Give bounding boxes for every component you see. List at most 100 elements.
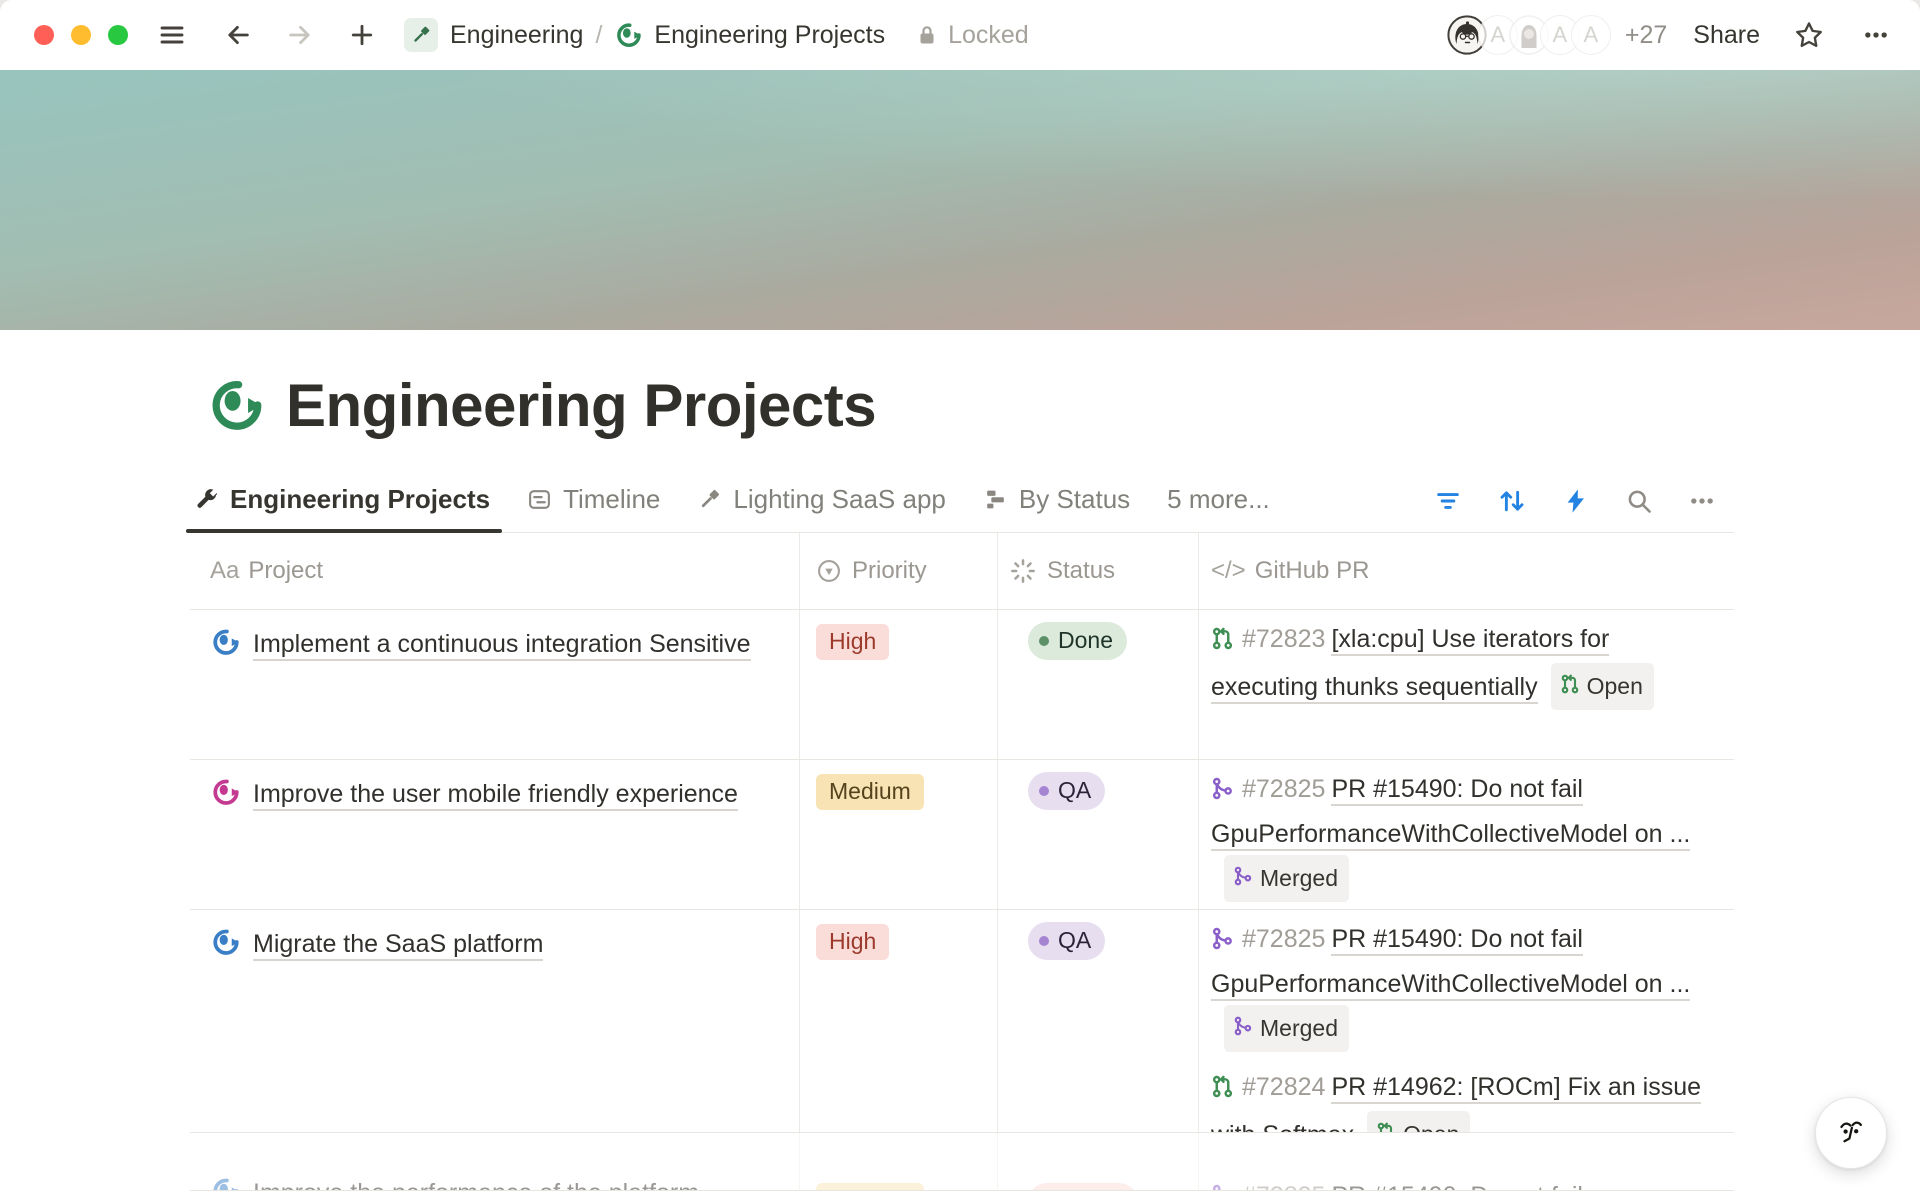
- search-button[interactable]: [1623, 485, 1655, 517]
- code-type-icon: </>: [1211, 557, 1246, 585]
- window-topbar: Engineering / Engineering Projects Locke…: [0, 0, 1920, 70]
- status-dot: [1039, 936, 1049, 946]
- avatar-initial[interactable]: A: [1571, 15, 1611, 55]
- status-dot: [1039, 636, 1049, 646]
- tab-lighting-saas-app[interactable]: Lighting SaaS app: [697, 464, 946, 532]
- github-pr-link[interactable]: #72824PR #14962: [ROCm] Fix an issue wit…: [1211, 1066, 1716, 1132]
- hammer-icon: [697, 487, 722, 512]
- pr-merged-icon: [1211, 921, 1234, 963]
- zoom-window-button[interactable]: [108, 25, 128, 45]
- table-row: Implement a continuous integration Sensi…: [190, 610, 1734, 760]
- page-title[interactable]: Engineering Projects: [286, 371, 876, 440]
- page-title-row: Engineering Projects: [190, 374, 1734, 436]
- github-pr-cell[interactable]: #72825PR #15490: Do not fail GpuPerforma…: [1199, 760, 1734, 909]
- presence-overflow-count[interactable]: +27: [1625, 21, 1667, 50]
- pr-merged-icon: [1211, 771, 1234, 813]
- pr-open-icon: [1211, 1069, 1234, 1111]
- sort-button[interactable]: [1495, 484, 1529, 518]
- text-type-icon: Aa: [210, 557, 239, 585]
- status-cell[interactable]: QA: [998, 760, 1199, 909]
- automation-bolt-button[interactable]: [1560, 485, 1592, 517]
- github-pr-link[interactable]: #72825PR #15490: Do not fail GpuPerforma…: [1211, 1175, 1716, 1190]
- column-header-github-pr[interactable]: </> GitHub PR: [1199, 533, 1734, 609]
- loop-page-icon: [614, 21, 642, 49]
- priority-cell[interactable]: Medium: [800, 760, 998, 909]
- sidebar-toggle-button[interactable]: [154, 17, 190, 53]
- priority-cell[interactable]: Medium: [800, 1133, 998, 1190]
- breadcrumb-parent[interactable]: Engineering: [450, 21, 583, 50]
- spinner-icon: [1008, 556, 1038, 586]
- pr-state-badge: Merged: [1224, 1005, 1349, 1052]
- tab-label: Lighting SaaS app: [733, 484, 946, 515]
- pr-number: #72823: [1242, 625, 1325, 653]
- project-title-link[interactable]: Implement a continuous integration Sensi…: [253, 630, 751, 661]
- pr-open-icon: [1376, 1113, 1396, 1132]
- filter-button[interactable]: [1432, 485, 1464, 517]
- lock-icon: [915, 23, 939, 47]
- view-controls: [1432, 484, 1734, 532]
- github-pr-cell[interactable]: #72825PR #15490: Do not fail GpuPerforma…: [1199, 1133, 1734, 1190]
- project-cell[interactable]: Implement a continuous integration Sensi…: [190, 610, 800, 759]
- project-title-link[interactable]: Improve the user mobile friendly experie…: [253, 780, 738, 811]
- github-pr-link[interactable]: #72823[xla:cpu] Use iterators for execut…: [1211, 618, 1716, 710]
- priority-cell[interactable]: High: [800, 910, 998, 1132]
- board-icon: [983, 487, 1008, 512]
- locked-indicator[interactable]: Locked: [915, 21, 1029, 50]
- breadcrumb: Engineering / Engineering Projects: [404, 18, 885, 52]
- close-window-button[interactable]: [34, 25, 54, 45]
- table-row: Improve the user mobile friendly experie…: [190, 760, 1734, 910]
- back-button[interactable]: [220, 17, 256, 53]
- pr-merged-icon: [1211, 1178, 1234, 1190]
- pr-state-badge: Open: [1367, 1111, 1470, 1132]
- project-cell[interactable]: Improve the user mobile friendly experie…: [190, 760, 800, 909]
- table-row-partial: Improve the performance of the platform …: [190, 1133, 1734, 1191]
- more-views-button[interactable]: 5 more...: [1167, 464, 1270, 532]
- status-dot: [1039, 786, 1049, 796]
- status-badge: Done: [1028, 622, 1127, 660]
- status-cell[interactable]: In Dev: [998, 1133, 1199, 1190]
- notion-window: Engineering / Engineering Projects Locke…: [0, 0, 1920, 1200]
- share-button[interactable]: Share: [1693, 21, 1760, 50]
- page-loop-icon[interactable]: [206, 376, 264, 434]
- notion-ai-button[interactable]: [1815, 1097, 1887, 1169]
- breadcrumb-current[interactable]: Engineering Projects: [654, 21, 885, 50]
- forward-button[interactable]: [282, 17, 318, 53]
- tab-timeline[interactable]: Timeline: [527, 464, 660, 532]
- column-header-status[interactable]: Status: [998, 533, 1199, 609]
- pr-number: #72825: [1242, 1182, 1325, 1190]
- tab-label: By Status: [1019, 484, 1130, 515]
- hammer-icon[interactable]: [404, 18, 438, 52]
- priority-cell[interactable]: High: [800, 610, 998, 759]
- tab-by-status[interactable]: By Status: [983, 464, 1130, 532]
- github-pr-cell[interactable]: #72825PR #15490: Do not fail GpuPerforma…: [1199, 910, 1734, 1132]
- view-tabs-bar: Engineering Projects Timeline Lighting S…: [190, 464, 1734, 533]
- status-cell[interactable]: Done: [998, 610, 1199, 759]
- minimize-window-button[interactable]: [71, 25, 91, 45]
- view-more-button[interactable]: [1686, 485, 1718, 517]
- tab-engineering-projects[interactable]: Engineering Projects: [194, 464, 490, 532]
- favorite-star-button[interactable]: [1790, 16, 1828, 54]
- github-pr-link[interactable]: #72825PR #15490: Do not fail GpuPerforma…: [1211, 768, 1716, 902]
- wrench-icon: [194, 487, 219, 512]
- column-header-project[interactable]: Aa Project: [190, 533, 800, 609]
- github-pr-cell[interactable]: #72823[xla:cpu] Use iterators for execut…: [1199, 610, 1734, 759]
- column-header-priority[interactable]: Priority: [800, 533, 998, 609]
- pr-number: #72825: [1242, 775, 1325, 803]
- status-cell[interactable]: QA: [998, 910, 1199, 1132]
- project-cell[interactable]: Improve the performance of the platform: [190, 1133, 800, 1190]
- status-badge: QA: [1028, 922, 1105, 960]
- project-title-link[interactable]: Improve the performance of the platform: [253, 1179, 699, 1190]
- github-pr-link[interactable]: #72825PR #15490: Do not fail GpuPerforma…: [1211, 918, 1716, 1052]
- priority-badge: High: [816, 924, 889, 960]
- pr-state-badge: Merged: [1224, 855, 1349, 902]
- project-cell[interactable]: Migrate the SaaS platform: [190, 910, 800, 1132]
- loop-project-icon: [210, 777, 240, 821]
- projects-table: Aa Project Priority Status </> GitHub PR: [190, 533, 1734, 1191]
- window-controls: [34, 25, 128, 45]
- new-tab-button[interactable]: [344, 17, 380, 53]
- tab-label: Engineering Projects: [230, 484, 490, 515]
- tab-label: 5 more...: [1167, 484, 1270, 515]
- topbar-more-button[interactable]: [1858, 17, 1894, 53]
- project-title-link[interactable]: Migrate the SaaS platform: [253, 930, 543, 961]
- pr-merged-icon: [1233, 1007, 1253, 1049]
